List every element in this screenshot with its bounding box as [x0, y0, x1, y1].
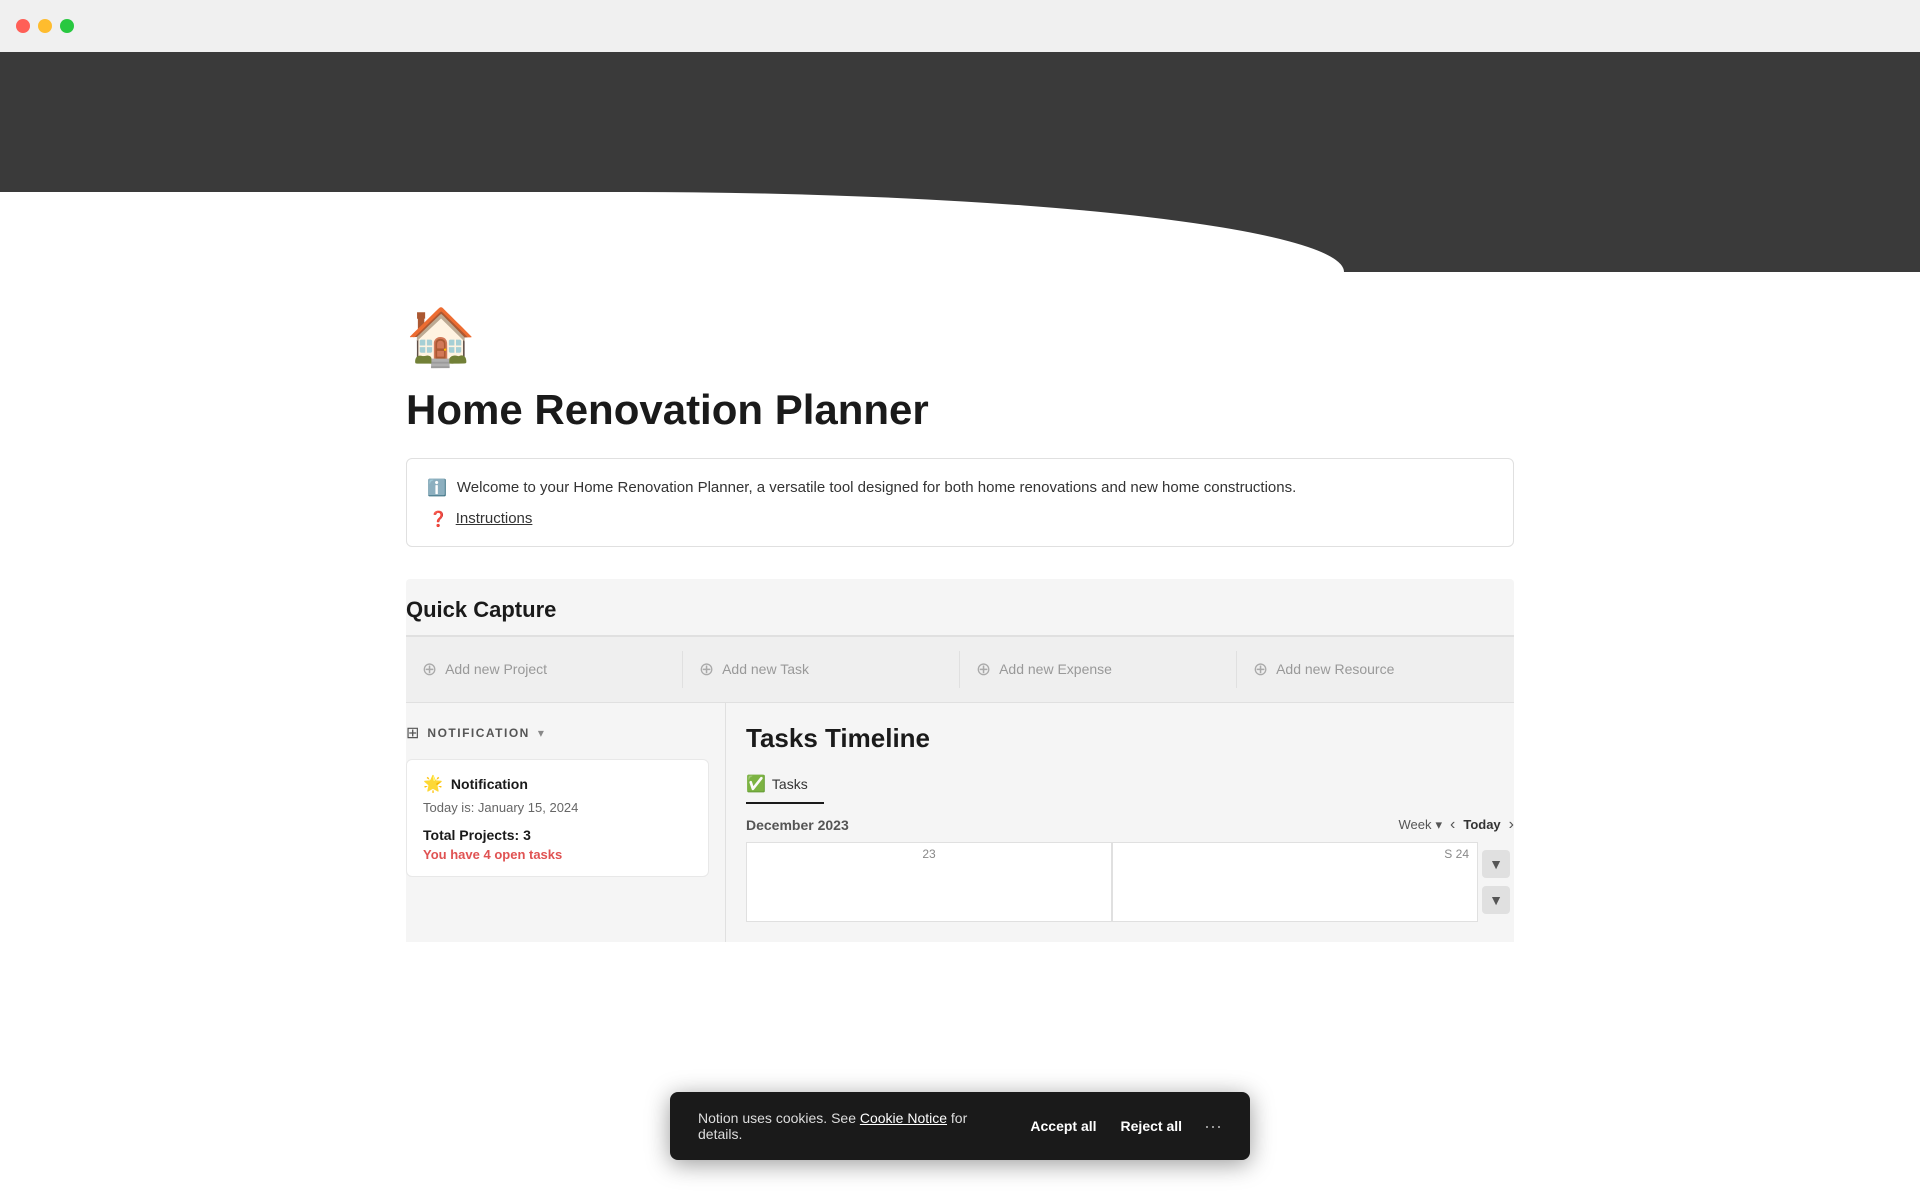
add-project-button[interactable]: ⊕ Add new Project [406, 651, 683, 688]
info-box: ℹ️ Welcome to your Home Renovation Plann… [406, 458, 1514, 547]
sat-day: 24 [1456, 847, 1469, 861]
plus-icon: ⊕ [422, 659, 437, 680]
scroll-down-arrow[interactable]: ▼ [1482, 850, 1510, 878]
timeline-col-header-s24: S 24 [1113, 843, 1477, 865]
notification-label: NOTIFICATION [427, 726, 529, 740]
notification-card: 🌟 Notification Today is: January 15, 202… [406, 759, 709, 877]
sun-icon: 🌟 [423, 774, 443, 794]
timeline-nav: Week ▾ ‹ Today › [1398, 816, 1514, 834]
plus-icon: ⊕ [1253, 659, 1268, 680]
add-resource-button[interactable]: ⊕ Add new Resource [1237, 651, 1514, 688]
notification-date: Today is: January 15, 2024 [423, 800, 692, 815]
instructions-link[interactable]: Instructions [456, 510, 533, 527]
notification-card-title: Notification [451, 776, 528, 792]
maximize-button[interactable] [60, 19, 74, 33]
check-icon: ✅ [746, 774, 766, 794]
question-icon: ❓ [429, 510, 448, 528]
tasks-tab[interactable]: ✅ Tasks [746, 766, 824, 804]
title-bar [0, 0, 1920, 52]
open-tasks-text: You have [423, 847, 480, 862]
notification-panel: ⊞ NOTIFICATION ▾ 🌟 Notification Today is… [406, 703, 726, 942]
sat-label: S [1444, 847, 1452, 861]
tasks-tab-label: Tasks [772, 776, 808, 792]
add-expense-button[interactable]: ⊕ Add new Expense [960, 651, 1237, 688]
timeline-grid-row: 23 S 24 ▼ ▼ [746, 842, 1514, 922]
cookie-text-before: Notion uses cookies. See [698, 1110, 856, 1126]
info-icon: ℹ️ [427, 478, 447, 498]
quick-capture-section: Quick Capture ⊕ Add new Project ⊕ Add ne… [406, 579, 1514, 702]
timeline-col-s24: S 24 [1112, 842, 1478, 922]
timeline-col-header-23: 23 [747, 843, 1111, 865]
plus-icon: ⊕ [699, 659, 714, 680]
home-icon: 🏠 [406, 305, 476, 368]
hero-banner [0, 52, 1920, 272]
add-resource-label: Add new Resource [1276, 661, 1394, 677]
cookie-banner: Notion uses cookies. See Cookie Notice f… [670, 1092, 1250, 1160]
timeline-month: December 2023 [746, 817, 849, 833]
next-arrow[interactable]: › [1509, 816, 1514, 834]
accept-all-button[interactable]: Accept all [1028, 1114, 1098, 1138]
week-label: Week [1398, 817, 1431, 832]
notification-header[interactable]: ⊞ NOTIFICATION ▾ [406, 723, 725, 759]
add-project-label: Add new Project [445, 661, 547, 677]
page-icon: 🏠 [406, 304, 1514, 370]
add-task-button[interactable]: ⊕ Add new Task [683, 651, 960, 688]
week-view-selector[interactable]: Week ▾ [1398, 817, 1442, 833]
close-button[interactable] [16, 19, 30, 33]
plus-icon: ⊕ [976, 659, 991, 680]
minimize-button[interactable] [38, 19, 52, 33]
open-tasks-suffix: open tasks [494, 847, 562, 862]
info-text: Welcome to your Home Renovation Planner,… [457, 477, 1296, 500]
timeline-col-23: 23 [746, 842, 1112, 922]
add-expense-label: Add new Expense [999, 661, 1112, 677]
prev-arrow[interactable]: ‹ [1450, 816, 1455, 834]
more-options-icon[interactable]: ··· [1204, 1116, 1222, 1137]
bottom-section: ⊞ NOTIFICATION ▾ 🌟 Notification Today is… [406, 703, 1514, 942]
timeline-scroll-arrows: ▼ ▼ [1478, 842, 1514, 922]
chevron-down-icon: ▾ [1435, 817, 1442, 833]
open-tasks-count: 4 [483, 847, 494, 862]
add-task-label: Add new Task [722, 661, 809, 677]
chevron-down-icon: ▾ [538, 726, 544, 740]
tasks-timeline-panel: Tasks Timeline ✅ Tasks December 2023 Wee… [726, 703, 1514, 942]
cookie-text: Notion uses cookies. See Cookie Notice f… [698, 1110, 1008, 1142]
reject-all-button[interactable]: Reject all [1119, 1114, 1184, 1138]
grid-icon: ⊞ [406, 723, 419, 743]
open-tasks: You have 4 open tasks [423, 847, 692, 862]
timeline-tabs: ✅ Tasks [746, 766, 1514, 804]
scroll-down-arrow-2[interactable]: ▼ [1482, 886, 1510, 914]
timeline-title: Tasks Timeline [746, 723, 1514, 754]
main-content: 🏠 Home Renovation Planner ℹ️ Welcome to … [310, 304, 1610, 942]
quick-capture-grid: ⊕ Add new Project ⊕ Add new Task ⊕ Add n… [406, 636, 1514, 702]
cookie-notice-link[interactable]: Cookie Notice [860, 1110, 947, 1126]
day-number-23: 23 [922, 847, 935, 861]
quick-capture-title: Quick Capture [406, 579, 1514, 635]
page-title: Home Renovation Planner [406, 386, 1514, 434]
today-button[interactable]: Today [1463, 817, 1500, 832]
total-projects: Total Projects: 3 [423, 827, 692, 843]
timeline-controls: December 2023 Week ▾ ‹ Today › [746, 816, 1514, 834]
